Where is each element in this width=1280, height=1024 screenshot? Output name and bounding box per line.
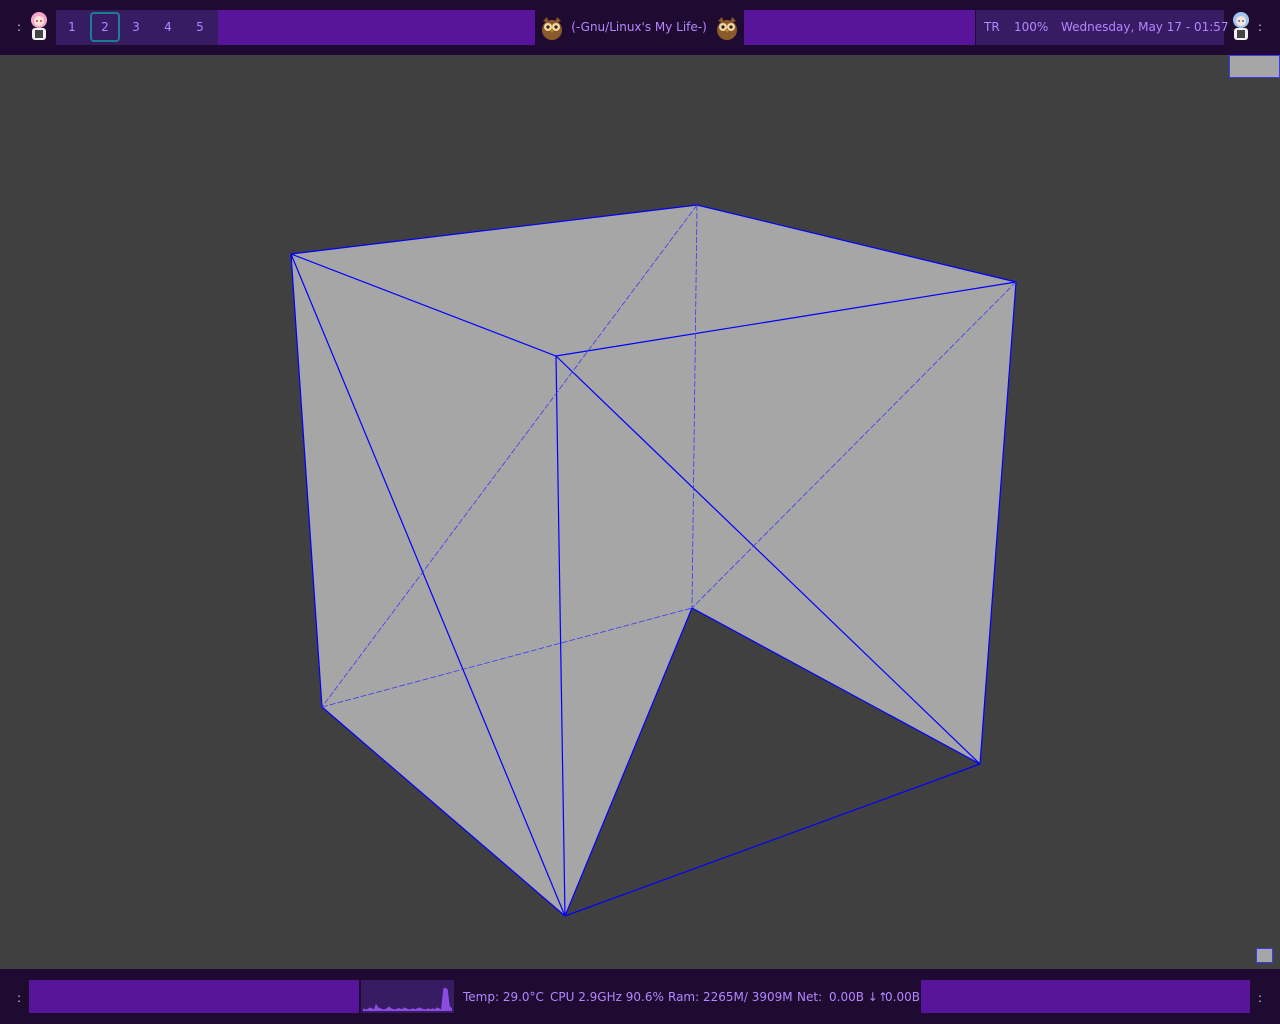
cpu-graph-svg	[363, 987, 452, 1011]
keyboard-layout[interactable]: TR	[984, 10, 1000, 45]
blue-haired-maid-avatar-icon	[1233, 12, 1249, 40]
window-title: (-Gnu/Linux's My Life-)	[571, 20, 707, 34]
taskbar-fill-left	[218, 10, 535, 45]
workspace-1-button[interactable]: 1	[57, 12, 87, 42]
workspace-2-button[interactable]: 2	[90, 12, 120, 42]
bottom-fill-left	[29, 980, 359, 1013]
tray-indicator[interactable]	[1256, 948, 1273, 963]
left-dots: :	[17, 991, 22, 1005]
workspace-3-button[interactable]: 3	[121, 12, 151, 42]
clock-datetime[interactable]: Wednesday, May 17 - 01:57	[1061, 10, 1229, 45]
temperature-readout: Temp: 29.0°C	[463, 990, 544, 1004]
left-dots: :	[17, 20, 22, 34]
scratchpad-indicator[interactable]	[1229, 55, 1280, 78]
net-down-readout: 0.00B ↓↑	[829, 990, 888, 1004]
workspace-5-button[interactable]: 5	[185, 12, 215, 42]
bottom-fill-right	[921, 980, 1250, 1013]
cpu-readout: CPU 2.9GHz 90.6%	[550, 990, 664, 1004]
workspace-4-button[interactable]: 4	[153, 12, 183, 42]
3d-cube-object	[290, 204, 1017, 917]
right-dots: :	[1258, 991, 1263, 1005]
owl-icon	[717, 17, 737, 40]
cpu-usage-graph	[361, 980, 454, 1013]
top-panel: : 1 2 3 4 5 (-Gnu/Linux's My Life-) TR 1…	[0, 0, 1280, 55]
ram-readout: Ram: 2265M/ 3909M	[668, 990, 793, 1004]
volume-level[interactable]: 100%	[1014, 10, 1048, 45]
cpu-graph-area	[363, 987, 452, 1011]
net-label: Net:	[797, 990, 823, 1004]
taskbar-fill-right	[744, 10, 975, 45]
right-dots: :	[1258, 20, 1263, 34]
owl-icon	[542, 17, 562, 40]
pink-haired-maid-avatar-icon	[31, 12, 47, 40]
net-up-readout: 0.00B	[885, 990, 920, 1004]
